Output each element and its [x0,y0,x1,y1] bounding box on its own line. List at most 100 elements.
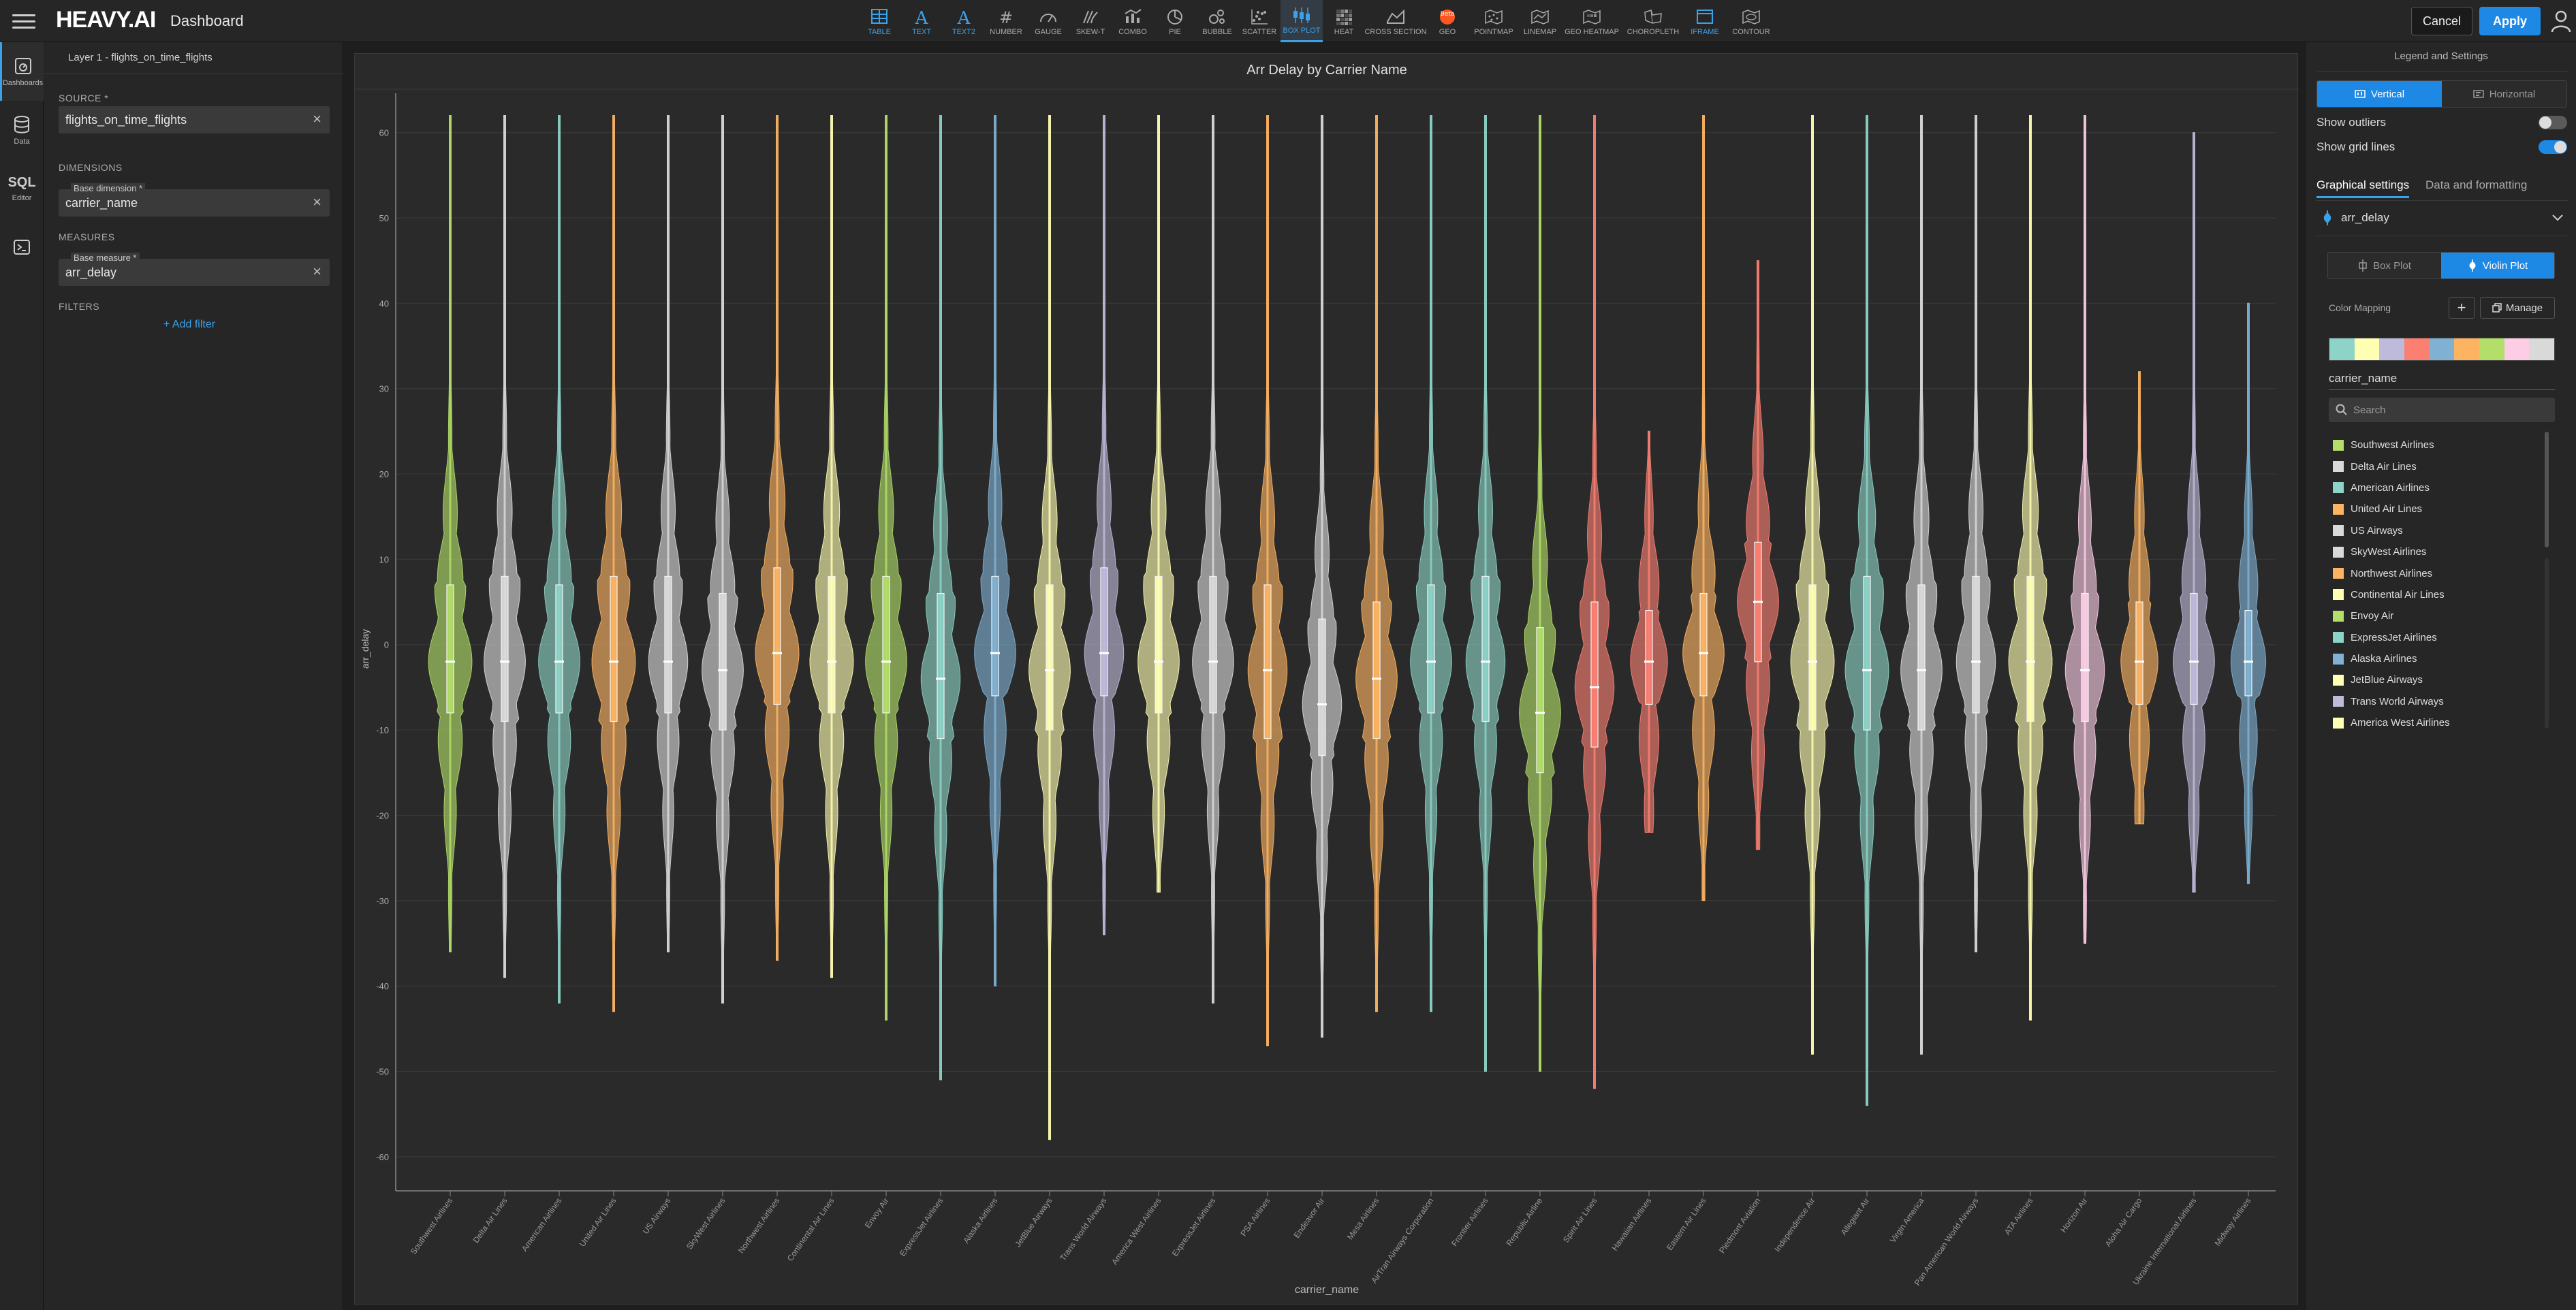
chart-type-boxplot[interactable]: BOX PLOT [1281,0,1323,42]
palette-swatch[interactable] [2504,338,2530,360]
chart-type-table[interactable]: TABLE [858,0,900,42]
violin-group[interactable] [2173,132,2215,893]
legend-scroll-track[interactable] [2545,558,2549,729]
violin-group[interactable] [1355,115,1398,1012]
chart-type-crosssection[interactable]: CROSS SECTION [1364,0,1427,42]
chart-type-geoheatmap[interactable]: GEO HEATMAP [1561,0,1622,42]
palette-swatch[interactable] [2404,338,2430,360]
palette-swatch[interactable] [2529,338,2555,360]
violin-group[interactable] [2120,371,2158,825]
violin-group[interactable] [1574,115,1615,1089]
legend-item[interactable]: Continental Air Lines [2333,584,2551,605]
violin-group[interactable] [2230,302,2267,884]
nav-terminal[interactable] [0,218,44,276]
horizontal-button[interactable]: Horizontal [2442,81,2566,107]
chart-type-gauge[interactable]: GAUGE [1027,0,1069,42]
legend-item[interactable]: Northwest Airlines [2333,562,2551,584]
legend-item[interactable]: Trans World Airways [2333,691,2551,712]
violin-plot-button[interactable]: Violin Plot [2441,253,2554,278]
violin-group[interactable] [1519,115,1561,1072]
legend-item[interactable]: SkyWest Airlines [2333,541,2551,562]
legend-item[interactable]: ExpressJet Airlines [2333,627,2551,648]
dimension-field[interactable]: Base dimension * carrier_name × [59,183,330,217]
legend-item[interactable]: Delta Air Lines [2333,456,2551,477]
measure-field[interactable]: Base measure * arr_delay × [59,253,330,286]
legend-item[interactable]: US Airways [2333,520,2551,541]
violin-group[interactable] [2064,115,2105,944]
violin-group[interactable] [920,115,961,1081]
palette-swatch[interactable] [2479,338,2504,360]
measure-settings-row[interactable]: arr_delay [2316,204,2569,233]
violin-group[interactable] [484,115,526,978]
legend-item[interactable]: Southwest Airlines [2333,434,2551,456]
chart-type-iframe[interactable]: IFRAME [1684,0,1726,42]
palette-swatch[interactable] [2329,338,2355,360]
violin-group[interactable] [1682,115,1725,901]
tab-data-formatting[interactable]: Data and formatting [2425,178,2527,192]
legend-item[interactable]: American Airlines [2333,477,2551,498]
chart-type-skewt[interactable]: SKEW-T [1069,0,1112,42]
violin-group[interactable] [1247,115,1288,1047]
palette-swatch[interactable] [2379,338,2405,360]
tab-graphical-settings[interactable]: Graphical settings [2316,178,2410,198]
legend-scrollbar[interactable] [2545,432,2549,547]
violin-group[interactable] [1900,115,1943,1055]
chart-type-text2[interactable]: A TEXT2 [943,0,985,42]
violin-group[interactable] [1630,430,1668,833]
color-palette[interactable] [2329,338,2555,361]
legend-search-input[interactable] [2353,402,2544,418]
add-color-button[interactable]: + [2449,297,2475,319]
show-outliers-toggle[interactable] [2539,116,2567,129]
chart-type-pie[interactable]: PIE [1154,0,1196,42]
violin-group[interactable] [1137,115,1180,893]
violin-group[interactable] [428,115,473,953]
violin-group[interactable] [809,115,854,978]
violin-group[interactable] [865,115,907,1021]
user-icon[interactable] [2551,10,2571,33]
violin-group[interactable] [755,115,800,961]
violin-chart[interactable]: Arr Delay by Carrier Name 60 50 40 30 20 10 0 -1… [355,54,2299,1305]
chart-type-scatter[interactable]: SCATTER [1238,0,1281,42]
chart-type-heat[interactable]: HEAT [1323,0,1365,42]
chart-type-contour[interactable]: CONTOUR [1726,0,1776,42]
layer-title[interactable]: Layer 1 - flights_on_time_flights [68,52,213,63]
legend-item[interactable]: United Air Lines [2333,498,2551,520]
violin-group[interactable] [1465,115,1506,1072]
legend-item[interactable]: Alaska Airlines [2333,648,2551,669]
box-plot-button[interactable]: Box Plot [2328,253,2441,278]
source-field[interactable]: flights_on_time_flights × [59,106,330,133]
chart-type-combo[interactable]: COMBO [1112,0,1154,42]
chart-type-pointmap[interactable]: POINTMAP [1468,0,1519,42]
violin-group[interactable] [1790,115,1835,1055]
manage-button[interactable]: Manage [2480,297,2555,319]
violin-group[interactable] [591,115,636,1012]
clear-source-icon[interactable]: × [313,110,321,128]
chevron-down-icon[interactable] [2551,212,2564,223]
palette-swatch[interactable] [2454,338,2480,360]
violin-group[interactable] [974,115,1016,987]
legend-item[interactable]: Envoy Air [2333,605,2551,626]
violin-group[interactable] [1955,115,1996,953]
violin-group[interactable] [2008,115,2053,1021]
show-grid-toggle[interactable] [2539,140,2567,154]
chart-type-bubble[interactable]: BUBBLE [1196,0,1238,42]
clear-measure-icon[interactable]: × [313,263,321,281]
clear-dimension-icon[interactable]: × [313,193,321,211]
violin-group[interactable] [1844,115,1889,1106]
hamburger-menu-icon[interactable] [12,10,35,33]
palette-swatch[interactable] [2354,338,2380,360]
legend-item[interactable]: JetBlue Airways [2333,669,2551,690]
legend-item[interactable]: America West Airlines [2333,712,2551,733]
nav-sql-editor[interactable]: SQL Editor [0,159,44,218]
palette-swatch[interactable] [2429,338,2455,360]
cancel-button[interactable]: Cancel [2411,7,2472,35]
add-filter-link[interactable]: + Add filter [163,319,215,331]
apply-button[interactable]: Apply [2479,7,2541,35]
chart-type-text[interactable]: A TEXT [900,0,943,42]
chart-type-choropleth[interactable]: CHOROPLETH [1622,0,1684,42]
violin-group[interactable] [1410,115,1452,1012]
chart-type-geo[interactable]: Beta GEO [1426,0,1468,42]
violin-group[interactable] [648,115,689,953]
chart-type-number[interactable]: # NUMBER [985,0,1027,42]
violin-group[interactable] [1737,260,1779,850]
